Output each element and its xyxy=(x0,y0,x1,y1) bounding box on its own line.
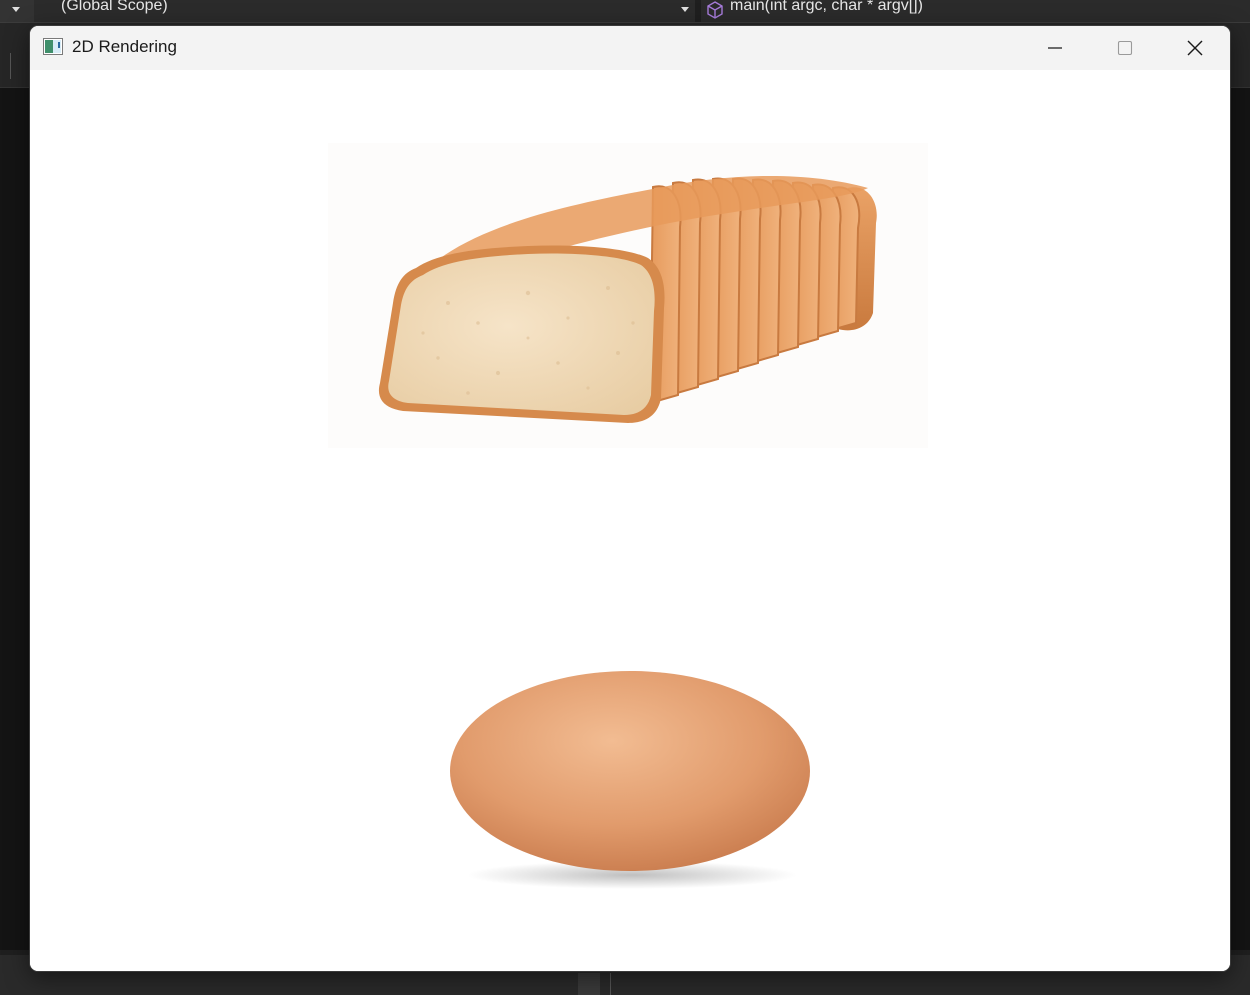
scope-dropdown-chevron-icon[interactable] xyxy=(681,7,689,12)
egg-image xyxy=(450,671,810,889)
window-titlebar[interactable]: 2D Rendering xyxy=(30,26,1230,70)
render-canvas[interactable] xyxy=(30,70,1230,971)
render-window: 2D Rendering xyxy=(30,26,1230,971)
divider xyxy=(695,0,701,22)
close-button[interactable] xyxy=(1160,26,1230,70)
chevron-down-icon xyxy=(12,7,20,12)
minimize-button[interactable] xyxy=(1020,26,1090,70)
scope-selector[interactable]: (Global Scope) xyxy=(61,0,168,15)
app-window-icon xyxy=(43,38,63,55)
function-selector[interactable]: main(int argc, char * argv[]) xyxy=(730,0,923,15)
divider xyxy=(610,973,611,995)
cube-icon xyxy=(707,1,723,19)
splitter-handle[interactable] xyxy=(578,973,600,995)
close-icon xyxy=(1187,40,1203,56)
maximize-icon xyxy=(1117,40,1133,56)
maximize-button[interactable] xyxy=(1090,26,1160,70)
toolbar-divider xyxy=(10,53,11,79)
window-title: 2D Rendering xyxy=(72,37,177,56)
minimize-icon xyxy=(1048,47,1062,49)
bread-image xyxy=(328,143,928,448)
project-dropdown[interactable] xyxy=(0,0,34,22)
ide-navigation-bar: (Global Scope) main(int argc, char * arg… xyxy=(0,0,1250,23)
